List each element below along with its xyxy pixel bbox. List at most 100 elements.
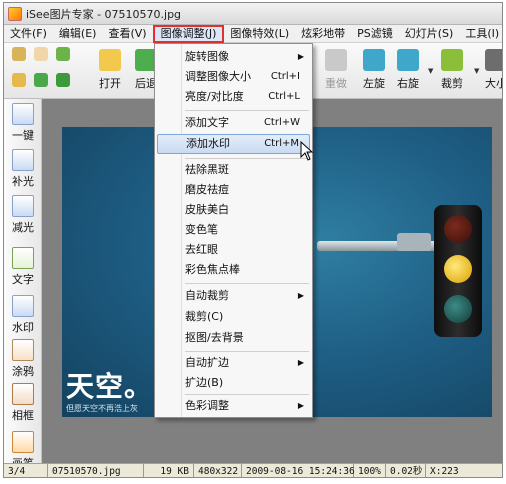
status-filename: 07510570.jpg <box>48 464 144 477</box>
menu-file[interactable]: 文件(F) <box>4 25 53 43</box>
menu-item-smooth-skin-label: 磨皮祛痘 <box>185 183 229 196</box>
menu-slideshow[interactable]: 幻灯片(S) <box>399 25 460 43</box>
rotate-left-label: 左旋 <box>363 77 385 90</box>
export-icon[interactable] <box>34 73 48 87</box>
menu-item-red-eye[interactable]: 去红眼 <box>157 240 310 260</box>
globe-icon[interactable] <box>56 47 70 61</box>
app-window: iSee图片专家 - 07510570.jpg 文件(F) 编辑(E) 查看(V… <box>3 2 503 478</box>
crop-icon <box>441 49 463 71</box>
app-icon <box>8 6 22 21</box>
tool-frame-label: 相框 <box>12 409 34 422</box>
menu-ps-filter[interactable]: PS滤镜 <box>351 25 399 43</box>
tool-one-click[interactable]: 一键 <box>4 103 42 143</box>
menu-color-zone[interactable]: 炫彩地带 <box>295 25 351 43</box>
photo-headline: 天空。 <box>66 370 154 403</box>
menu-item-add-watermark-label: 添加水印 <box>186 137 230 150</box>
open-label: 打开 <box>99 77 121 90</box>
menu-separator <box>185 158 309 159</box>
text-icon <box>12 247 34 269</box>
menu-image-effects[interactable]: 图像特效(L) <box>224 25 295 43</box>
menu-item-crop[interactable]: 裁剪(C) <box>157 307 310 327</box>
crop-label: 裁剪 <box>441 77 463 90</box>
menu-item-whiten-skin[interactable]: 皮肤美白 <box>157 200 310 220</box>
status-coordinates: X:223 <box>430 465 459 477</box>
fill-light-icon <box>12 149 34 171</box>
menu-item-color-pen[interactable]: 变色笔 <box>157 220 310 240</box>
menu-separator <box>185 351 309 352</box>
status-dimensions: 480x322 <box>194 464 242 477</box>
menu-item-rotate-label: 旋转图像 <box>185 50 229 63</box>
tool-watermark[interactable]: 水印 <box>4 295 42 335</box>
menu-item-red-eye-label: 去红眼 <box>185 243 218 256</box>
menu-view[interactable]: 查看(V) <box>102 25 152 43</box>
window-title: iSee图片专家 - 07510570.jpg <box>26 7 182 21</box>
menu-item-color-pen-label: 变色笔 <box>185 223 218 236</box>
menu-separator <box>185 283 309 284</box>
resize-icon <box>485 49 502 71</box>
reduce-light-icon <box>12 195 34 217</box>
shortcut-label: Ctrl+M <box>264 138 299 149</box>
rotate-right-icon <box>397 49 419 71</box>
menu-item-remove-spots[interactable]: 祛除黑斑 <box>157 160 310 180</box>
brush-icon <box>12 431 34 453</box>
menu-item-add-watermark[interactable]: 添加水印 Ctrl+M <box>157 134 310 154</box>
tool-reduce-light[interactable]: 减光 <box>4 195 42 235</box>
menu-image-adjust[interactable]: 图像调整(J) <box>152 24 225 43</box>
status-time: 0.02秒 <box>386 464 426 477</box>
menu-item-rotate[interactable]: 旋转图像 ▶ <box>157 47 310 67</box>
menu-separator <box>185 394 309 395</box>
menu-item-crop-label: 裁剪(C) <box>185 310 224 323</box>
image-adjust-menu: 旋转图像 ▶ 调整图像大小 Ctrl+I 亮度/对比度 Ctrl+L 添加文字 … <box>154 43 313 418</box>
menu-item-color-adjust[interactable]: 色彩调整 ▶ <box>157 396 310 416</box>
tool-watermark-label: 水印 <box>12 321 34 334</box>
redo-button[interactable]: 重做 <box>316 49 356 91</box>
tool-fill-light-label: 补光 <box>12 175 34 188</box>
pole-bracket <box>397 233 431 251</box>
tool-frame[interactable]: 相框 <box>4 383 42 423</box>
submenu-arrow-icon: ▶ <box>297 358 304 367</box>
menu-item-border[interactable]: 扩边(B) <box>157 373 310 393</box>
status-datetime: 2009-08-16 15:24:36 <box>242 464 355 477</box>
photo-caption: 但愿天空不再浩上灰 <box>66 404 138 413</box>
traffic-light <box>434 205 482 337</box>
menu-item-color-adjust-label: 色彩调整 <box>185 399 229 412</box>
open-button[interactable]: 打开 <box>90 49 130 91</box>
menu-item-resize[interactable]: 调整图像大小 Ctrl+I <box>157 67 310 87</box>
tool-doodle[interactable]: 涂鸦 <box>4 339 42 379</box>
thumbnail-icon[interactable] <box>12 47 26 61</box>
title-bar: iSee图片专家 - 07510570.jpg <box>4 3 502 25</box>
mouse-cursor-icon <box>300 141 314 161</box>
green-lamp <box>444 295 472 323</box>
menu-item-color-focus[interactable]: 彩色焦点棒 <box>157 260 310 280</box>
menu-item-auto-border[interactable]: 自动扩边 ▶ <box>157 353 310 373</box>
shortcut-label: Ctrl+I <box>270 71 300 82</box>
tool-text[interactable]: 文字 <box>4 247 42 287</box>
frame-icon <box>12 383 34 405</box>
menu-bar: 文件(F) 编辑(E) 查看(V) 图像调整(J) 图像特效(L) 炫彩地带 P… <box>4 24 502 43</box>
doodle-icon <box>12 339 34 361</box>
menu-item-brightness[interactable]: 亮度/对比度 Ctrl+L <box>157 87 310 107</box>
left-tool-panel: 一键 补光 减光 文字 水印 涂鸦 相框 画笔 <box>4 99 42 470</box>
delete-icon[interactable] <box>56 73 70 87</box>
yellow-lamp <box>444 255 472 283</box>
crop-button[interactable]: 裁剪 <box>432 49 472 91</box>
tool-doodle-label: 涂鸦 <box>12 365 34 378</box>
menu-edit[interactable]: 编辑(E) <box>53 25 103 43</box>
menu-tools[interactable]: 工具(I) <box>459 25 502 43</box>
tool-fill-light[interactable]: 补光 <box>4 149 42 189</box>
menu-item-cutout-label: 抠图/去背景 <box>185 331 244 344</box>
menu-item-add-text[interactable]: 添加文字 Ctrl+W <box>157 113 310 133</box>
submenu-arrow-icon: ▶ <box>297 291 304 300</box>
menu-item-auto-crop-label: 自动裁剪 <box>185 289 229 302</box>
tool-one-click-label: 一键 <box>12 129 34 142</box>
redo-label: 重做 <box>325 77 347 90</box>
status-index: 3/4 <box>4 464 48 477</box>
rotate-right-button[interactable]: 右旋 <box>388 49 428 91</box>
hand-icon[interactable] <box>34 47 48 61</box>
menu-item-add-text-label: 添加文字 <box>185 116 229 129</box>
resize-button[interactable]: 大小 <box>476 49 502 91</box>
menu-item-auto-crop[interactable]: 自动裁剪 ▶ <box>157 286 310 306</box>
menu-item-cutout[interactable]: 抠图/去背景 <box>157 328 310 348</box>
menu-item-smooth-skin[interactable]: 磨皮祛痘 <box>157 180 310 200</box>
star-icon[interactable] <box>12 73 26 87</box>
